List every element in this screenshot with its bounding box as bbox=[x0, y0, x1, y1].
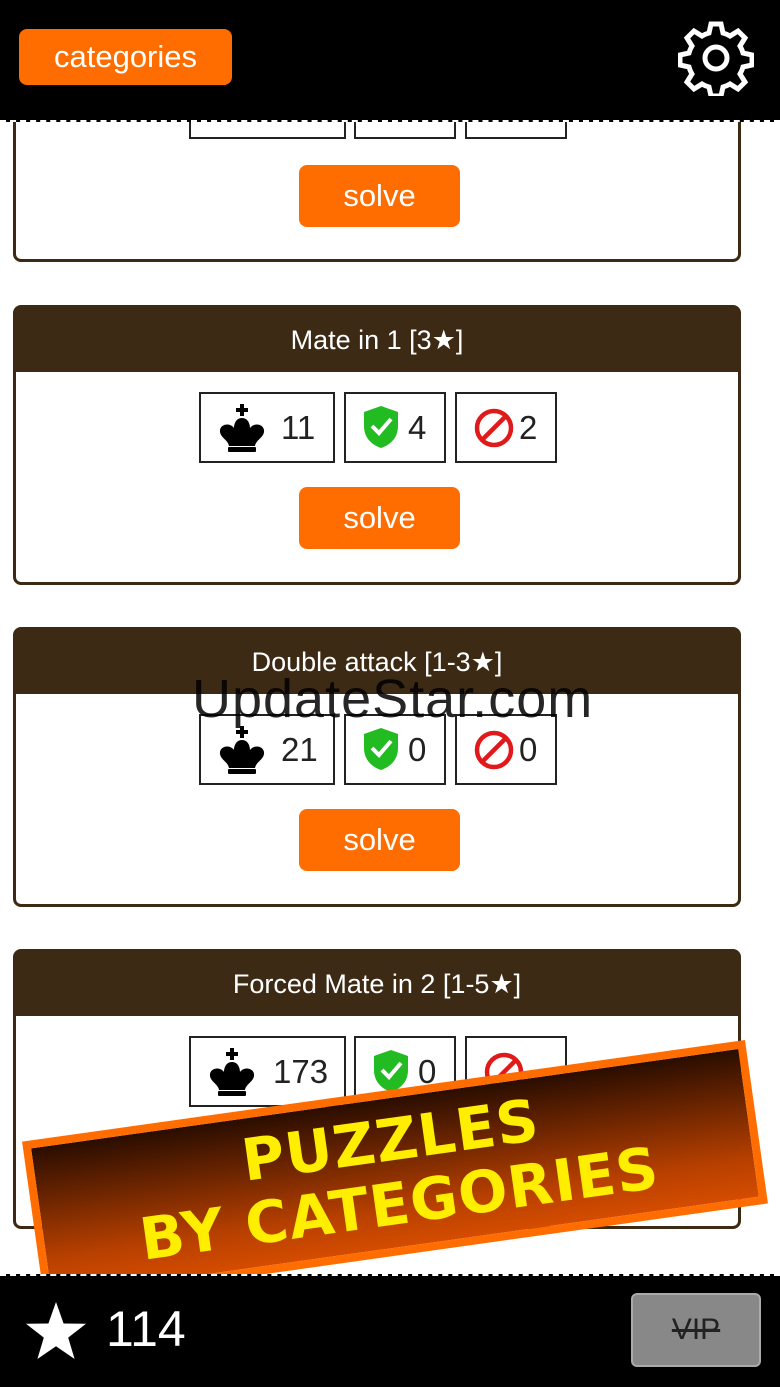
solve-button[interactable]: solve bbox=[299, 809, 460, 871]
solved-count: 4 bbox=[408, 409, 427, 446]
category-card: solve bbox=[13, 122, 741, 262]
stats-row bbox=[16, 122, 738, 139]
king-icon bbox=[219, 404, 265, 452]
solve-button[interactable]: solve bbox=[299, 165, 460, 227]
card-title: Forced Mate in 2 [1-5★] bbox=[16, 952, 738, 1016]
king-stat: 11 bbox=[199, 392, 335, 463]
solve-button[interactable]: solve bbox=[299, 487, 460, 549]
king-icon bbox=[209, 1048, 255, 1096]
solved-stat: 4 bbox=[344, 392, 446, 463]
failed-stat: 2 bbox=[455, 392, 557, 463]
failed-stat bbox=[465, 122, 567, 139]
bottom-bar: 114 VIP bbox=[0, 1274, 780, 1387]
category-card: Mate in 1 [3★] 11 4 2 solve bbox=[13, 305, 741, 585]
king-stat bbox=[189, 122, 346, 139]
vip-button[interactable]: VIP bbox=[631, 1293, 761, 1367]
top-bar: categories bbox=[0, 0, 780, 122]
card-title: Mate in 1 [3★] bbox=[16, 308, 738, 372]
star-icon bbox=[26, 1302, 86, 1359]
star-score: 114 bbox=[106, 1301, 186, 1357]
stats-row: 11 4 2 bbox=[16, 392, 738, 463]
solved-stat bbox=[354, 122, 456, 139]
king-count: 11 bbox=[281, 409, 316, 446]
categories-button[interactable]: categories bbox=[19, 29, 232, 85]
king-count: 173 bbox=[273, 1053, 329, 1090]
king-icon bbox=[219, 726, 265, 774]
shield-check-icon bbox=[364, 406, 398, 448]
forbidden-icon bbox=[474, 730, 514, 770]
watermark: UpdateStar.com bbox=[192, 669, 594, 729]
gear-icon[interactable] bbox=[678, 20, 754, 96]
failed-count: 2 bbox=[519, 409, 538, 446]
king-stat: 173 bbox=[189, 1036, 346, 1107]
shield-check-icon bbox=[364, 728, 398, 770]
forbidden-icon bbox=[474, 408, 514, 448]
